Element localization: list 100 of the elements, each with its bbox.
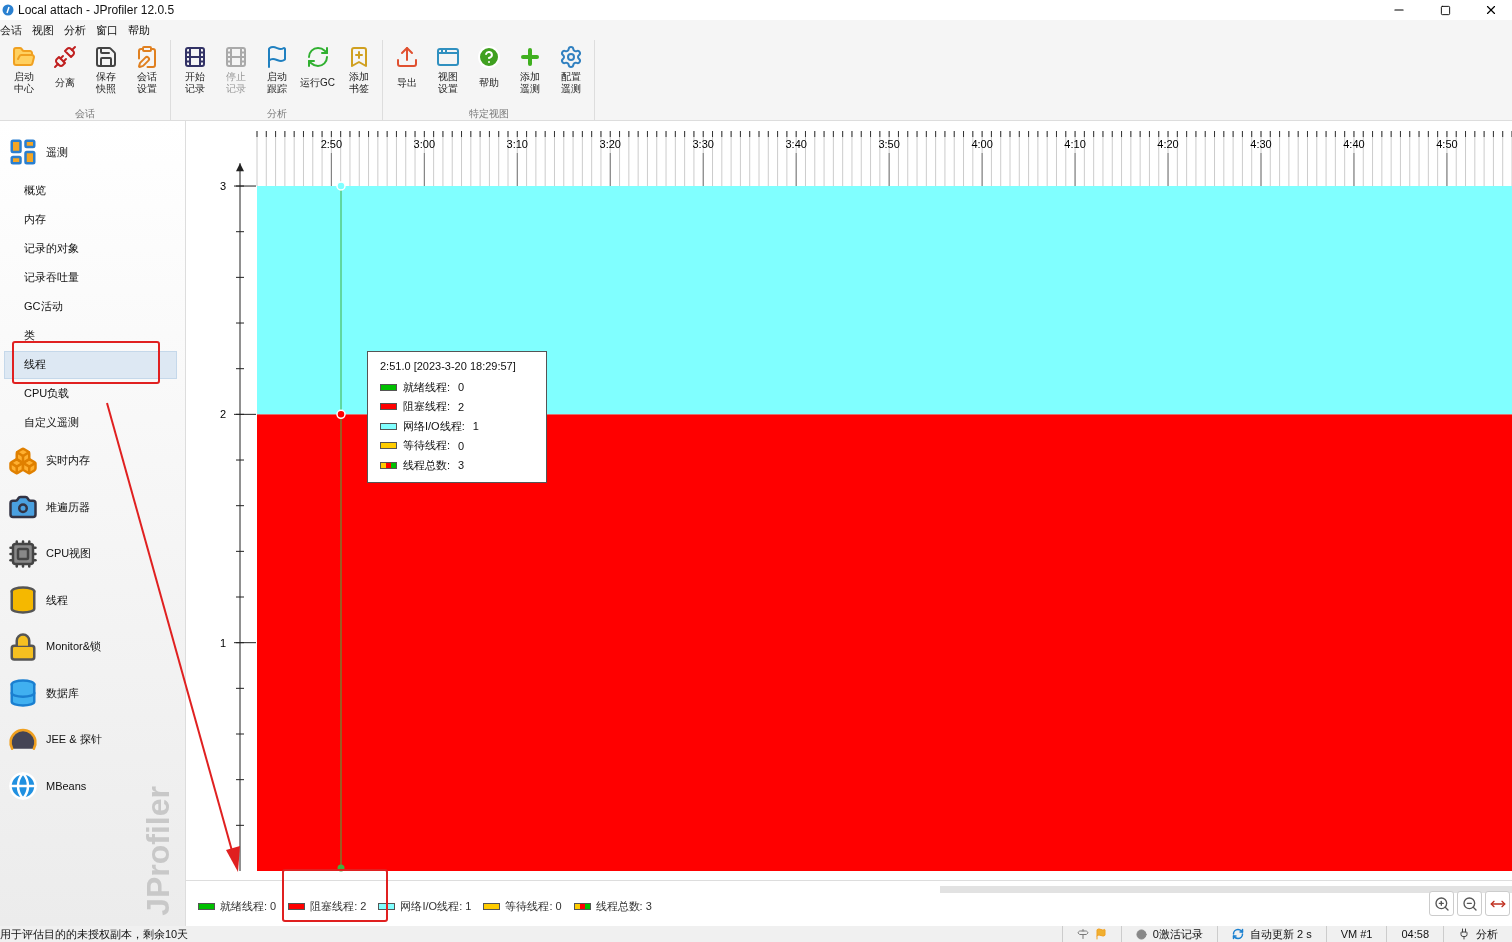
sidebar-item[interactable]: 类 xyxy=(4,321,177,350)
legend-label: 就绪线程: 0 xyxy=(220,899,277,914)
lock-icon xyxy=(8,631,38,662)
toolbar-button[interactable]: 分离 xyxy=(45,42,84,108)
legend-label: 线程总数: 3 xyxy=(595,899,652,914)
axis-tick-label: 3:20 xyxy=(599,138,621,150)
toolbar-button[interactable]: 配置遥测 xyxy=(551,42,590,108)
axis-tick-label: 3:00 xyxy=(413,138,436,150)
record-icon xyxy=(1135,928,1147,940)
sidebar-section[interactable]: 线程 xyxy=(0,577,130,624)
total-swatch-icon xyxy=(573,903,591,910)
toolbar-button[interactable]: 添加遥测 xyxy=(510,42,549,108)
sidebar-section[interactable]: 堆遍历器 xyxy=(0,484,130,531)
axis-tick-label: 4:10 xyxy=(1064,138,1086,150)
toolbar-button[interactable]: 导出 xyxy=(387,42,426,108)
sidebar-section[interactable]: JEE & 探针 xyxy=(0,716,130,763)
cursor-line[interactable] xyxy=(336,181,346,872)
tooltip-value: 1 xyxy=(472,420,479,433)
sidebar-item[interactable]: 自定义遥测 xyxy=(4,408,177,437)
sidebar-item[interactable]: 记录吞吐量 xyxy=(4,263,177,292)
status-text: 自动更新 2 s xyxy=(1249,926,1312,942)
sidebar-section[interactable]: 实时内存 xyxy=(0,437,130,484)
sidebar-section[interactable]: Monitor&锁 xyxy=(0,623,130,670)
sidebar-section[interactable]: 数据库 xyxy=(0,670,130,717)
toolbar-button[interactable]: 会话设置 xyxy=(127,42,166,108)
zoom-in-button[interactable] xyxy=(1429,891,1454,916)
toolbar-button[interactable]: 启动中心 xyxy=(4,42,43,108)
fit-button[interactable] xyxy=(1485,891,1510,916)
axis-tick-label: 4:20 xyxy=(1157,138,1179,150)
menu-item[interactable]: 帮助 xyxy=(128,22,150,38)
scrollbar[interactable] xyxy=(940,886,1512,893)
close-icon xyxy=(1484,3,1498,17)
signpost-icon xyxy=(1076,928,1089,940)
menu-item[interactable]: 视图 xyxy=(32,22,54,38)
sidebar-item[interactable]: 概览 xyxy=(4,176,177,205)
sidebar-item[interactable]: GC活动 xyxy=(4,292,177,321)
axis-tick-label: 2:50 xyxy=(320,138,343,150)
refresh-icon xyxy=(305,45,330,69)
menu-item[interactable]: 分析 xyxy=(64,22,86,38)
tooltip-value: 0 xyxy=(458,439,465,452)
status-text: 0激活记录 xyxy=(1152,926,1203,942)
folder-icon xyxy=(11,45,36,69)
window-icon xyxy=(435,45,460,69)
toolbar-group-label: 会话 xyxy=(74,108,96,120)
sidebar-section[interactable]: MBeans xyxy=(0,763,130,810)
zoom-out-icon xyxy=(1461,895,1478,912)
sidebar-item[interactable]: 线程 xyxy=(4,350,177,379)
toolbar-button[interactable]: 保存快照 xyxy=(86,42,125,108)
boxes-icon xyxy=(8,445,38,476)
settings-icon xyxy=(558,45,583,69)
toolbar-group-label: 分析 xyxy=(265,108,288,120)
legend-label: 网络I/O线程: 1 xyxy=(400,899,472,914)
film-reel-icon xyxy=(182,45,207,69)
legend-label: 等待线程: 0 xyxy=(505,899,562,914)
menu-item[interactable]: 窗口 xyxy=(96,22,118,38)
status-text: VM #1 xyxy=(1340,928,1373,940)
axis-tick-label: 2 xyxy=(219,408,226,421)
tooltip-label: 等待线程: xyxy=(403,438,451,454)
tooltip-value: 0 xyxy=(458,381,465,394)
axis-tick-label: 3:50 xyxy=(878,138,900,150)
sidebar-item[interactable]: 内存 xyxy=(4,205,177,234)
legend-label: 阻塞线程: 2 xyxy=(310,899,367,914)
window-title: Local attach - JProfiler 12.0.5 xyxy=(18,3,176,17)
toolbar-button[interactable]: 添加书签 xyxy=(339,42,378,108)
toolbar-button[interactable]: 启动跟踪 xyxy=(257,42,296,108)
axis-tick-label: 3 xyxy=(219,180,226,193)
axis-tick-label: 4:50 xyxy=(1436,138,1458,150)
menu-item[interactable]: 会话 xyxy=(0,22,22,38)
zoom-out-button[interactable] xyxy=(1457,891,1482,916)
sidebar-item[interactable]: CPU负载 xyxy=(4,379,177,408)
tooltip-value: 3 xyxy=(458,459,465,472)
flag-icon xyxy=(1094,928,1107,940)
tooltip-label: 线程总数: xyxy=(403,457,451,473)
toolbar-button[interactable]: 帮助 xyxy=(469,42,508,108)
status-message: 用于评估目的的未授权副本，剩余10天 xyxy=(0,926,190,942)
film-reel-icon xyxy=(223,45,248,69)
tooltip-label: 就绪线程: xyxy=(403,379,451,395)
sidebar-section[interactable]: 遥测 xyxy=(0,129,130,176)
plug-icon xyxy=(1458,928,1470,940)
sidebar-section[interactable]: CPU视图 xyxy=(0,530,130,577)
maximize-icon xyxy=(1439,4,1451,16)
help-icon xyxy=(476,45,501,69)
sidebar-item[interactable]: 记录的对象 xyxy=(4,234,177,263)
plug-icon xyxy=(52,45,77,69)
axis-tick-label: 1 xyxy=(219,636,226,649)
zoom-in-icon xyxy=(1433,895,1450,912)
status-text: 04:58 xyxy=(1401,928,1429,940)
database-icon xyxy=(8,678,38,709)
axis-tick-label: 4:30 xyxy=(1250,138,1272,150)
tooltip-title: 2:51.0 [2023-3-20 18:29:57] xyxy=(380,360,517,372)
toolbar-group-label: 特定视图 xyxy=(467,108,510,120)
toolbar-button[interactable]: 运行GC xyxy=(298,42,337,108)
axis-tick-label: 3:30 xyxy=(692,138,714,150)
tooltip-label: 阻塞线程: xyxy=(403,399,451,415)
toolbar-button[interactable]: 开始记录 xyxy=(175,42,214,108)
total-swatch-icon xyxy=(380,461,397,469)
toolbar-button[interactable]: 视图设置 xyxy=(428,42,467,108)
chip-icon xyxy=(8,538,38,569)
axis-tick-label: 4:00 xyxy=(971,138,993,150)
upload-icon xyxy=(394,45,419,69)
